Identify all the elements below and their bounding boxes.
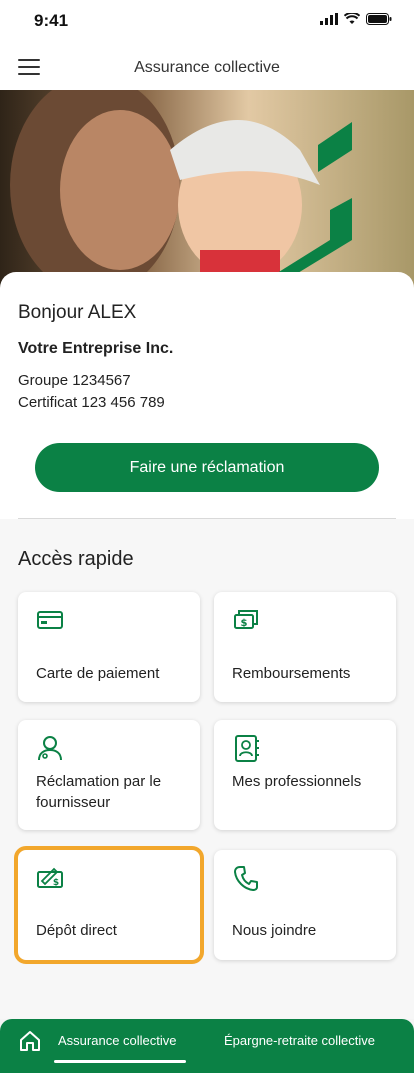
page-title: Assurance collective	[134, 59, 280, 76]
svg-text:$: $	[53, 878, 59, 888]
wifi-icon	[344, 13, 360, 24]
provider-claim-icon	[38, 736, 62, 761]
divider	[18, 518, 396, 519]
greeting: Bonjour ALEX	[18, 302, 137, 323]
tile-provider-claim[interactable]: Réclamation par le fournisseur	[18, 720, 200, 830]
tab-group-retirement-savings[interactable]: Épargne-retraite collective	[224, 1033, 375, 1048]
quick-access-title: Accès rapide	[18, 548, 134, 570]
signal-icon	[320, 13, 338, 25]
svg-text:$: $	[241, 618, 248, 629]
active-tab-indicator	[54, 1060, 186, 1063]
tile-contact-us[interactable]: Nous joindre	[214, 850, 396, 960]
hero-illustration	[0, 90, 414, 290]
hero-image	[0, 90, 414, 290]
status-bar: 9:41	[0, 0, 414, 44]
home-icon[interactable]	[18, 1029, 42, 1053]
bottom-navigation: Assurance collective Épargne-retraite co…	[0, 1019, 414, 1073]
reimbursements-icon: $	[234, 610, 258, 629]
tile-payment-card[interactable]: Carte de paiement	[18, 592, 200, 702]
tile-label: Nous joindre	[232, 922, 317, 939]
tile-label: Carte de paiement	[36, 665, 160, 682]
payment-card-icon	[37, 611, 63, 629]
certificate-number: Certificat 123 456 789	[18, 394, 165, 411]
status-icons	[320, 13, 392, 25]
tab-group-insurance[interactable]: Assurance collective	[58, 1033, 177, 1048]
tile-label: Mes professionnels	[232, 773, 362, 790]
tile-my-professionals[interactable]: Mes professionnels	[214, 720, 396, 830]
tile-label: Remboursements	[232, 665, 351, 682]
professionals-contacts-icon	[235, 735, 259, 762]
direct-deposit-icon: $	[37, 867, 63, 888]
tile-label: Réclamation par le fournisseur	[36, 773, 162, 811]
make-claim-button[interactable]: Faire une réclamation	[35, 443, 379, 492]
phone-icon	[234, 866, 258, 891]
status-time: 9:41	[34, 11, 69, 30]
company-name: Votre Entreprise Inc.	[18, 340, 174, 357]
tile-direct-deposit[interactable]: $ Dépôt direct	[14, 846, 204, 964]
app-header: Assurance collective	[0, 44, 414, 90]
group-number: Groupe 1234567	[18, 372, 131, 389]
tile-reimbursements[interactable]: $ Remboursements	[214, 592, 396, 702]
battery-icon	[366, 13, 392, 25]
tile-label: Dépôt direct	[36, 922, 117, 939]
